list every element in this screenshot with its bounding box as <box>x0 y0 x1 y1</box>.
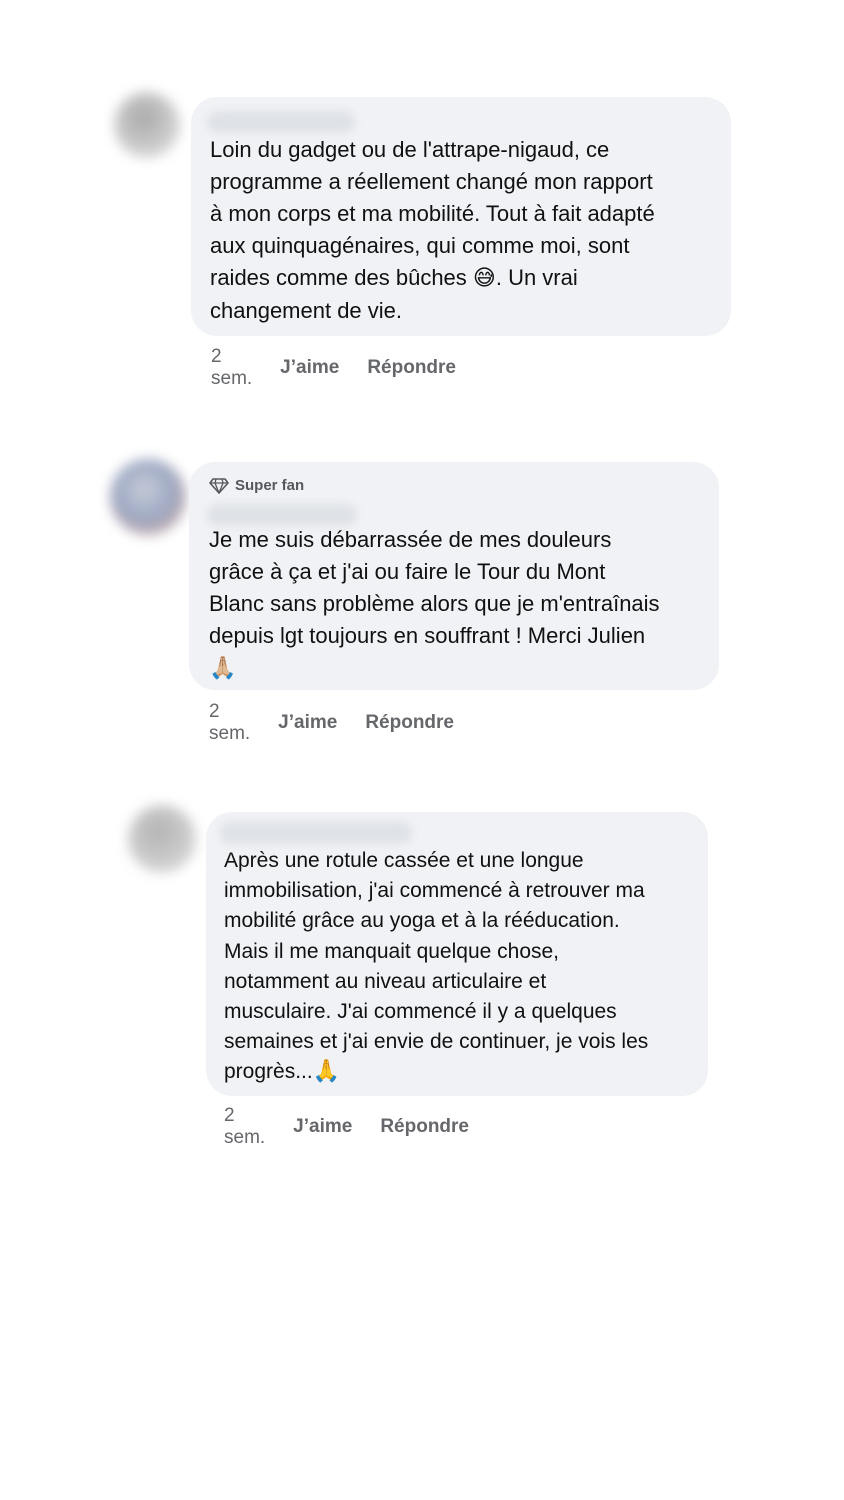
comment-text-part: Loin du gadget ou de l'attrape-nigaud, c… <box>210 137 655 290</box>
badge-label: Super fan <box>235 477 305 494</box>
author-name-blurred[interactable] <box>207 504 357 526</box>
comment-actions: 2 sem. J’aime Répondre <box>211 346 456 390</box>
avatar[interactable] <box>128 805 196 873</box>
diamond-icon <box>209 477 229 494</box>
reply-button[interactable]: Répondre <box>380 1116 469 1138</box>
like-button[interactable]: J’aime <box>280 357 339 379</box>
like-button[interactable]: J’aime <box>278 712 337 734</box>
timestamp: 2 sem. <box>224 1105 266 1148</box>
avatar[interactable] <box>110 459 186 535</box>
super-fan-badge: Super fan <box>209 477 304 494</box>
avatar[interactable] <box>114 92 180 158</box>
author-name-blurred[interactable] <box>220 822 412 844</box>
comment-actions: 2 sem. J’aime Répondre <box>224 1105 469 1149</box>
comment-text-part: Après une rotule cassée et une longue im… <box>224 849 649 1084</box>
folded-hands-emoji: 🙏 <box>312 1059 341 1085</box>
grinning-sweat-emoji: 😅 <box>472 266 496 291</box>
timestamp: 2 sem. <box>211 346 253 389</box>
folded-hands-emoji: 🙏🏼 <box>209 656 237 681</box>
like-button[interactable]: J’aime <box>293 1116 352 1138</box>
comment-actions: 2 sem. J’aime Répondre <box>209 701 454 745</box>
comment-text: Loin du gadget ou de l'attrape-nigaud, c… <box>210 134 725 327</box>
reply-button[interactable]: Répondre <box>367 357 456 379</box>
comment-text: Je me suis débarrassée de mes douleurs g… <box>209 524 714 685</box>
comment-text-part: Je me suis débarrassée de mes douleurs g… <box>209 527 660 648</box>
reply-button[interactable]: Répondre <box>365 712 454 734</box>
timestamp: 2 sem. <box>209 701 251 744</box>
author-name-blurred[interactable] <box>207 111 355 133</box>
comment-text: Après une rotule cassée et une longue im… <box>224 846 704 1088</box>
